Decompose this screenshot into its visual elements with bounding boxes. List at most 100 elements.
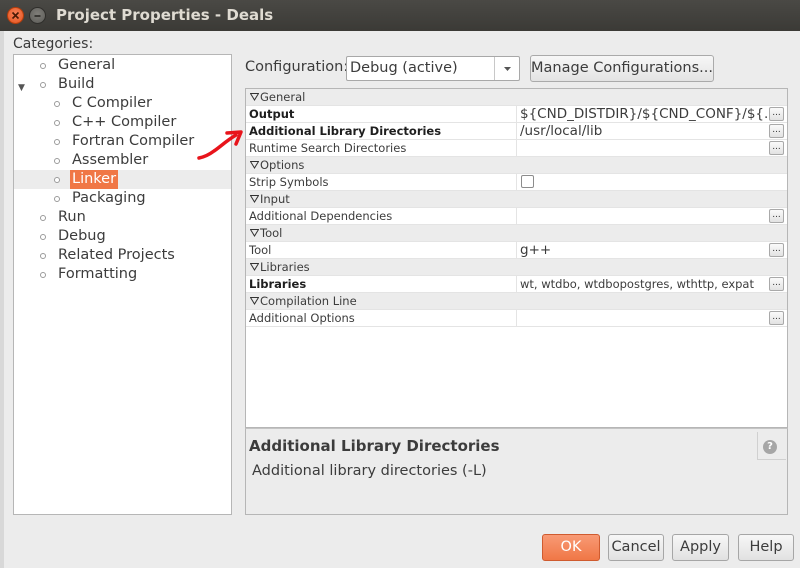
help-button[interactable]: Help <box>738 534 794 561</box>
ok-button[interactable]: OK <box>542 534 600 561</box>
group-options[interactable]: Options <box>246 157 787 174</box>
column-divider <box>516 310 517 326</box>
column-divider <box>516 106 517 122</box>
tree-bullet-icon <box>40 82 46 88</box>
ellipsis-button[interactable]: ... <box>769 141 784 155</box>
group-compilation-line[interactable]: Compilation Line <box>246 293 787 310</box>
property-row-libraries[interactable]: Libraries wt, wtdbo, wtdbopostgres, wtht… <box>246 276 787 293</box>
help-icon[interactable]: ? <box>763 440 777 454</box>
tree-bullet-icon <box>40 215 46 221</box>
configuration-select[interactable]: Debug (active) <box>346 56 520 81</box>
property-name: Additional Dependencies <box>249 209 393 223</box>
property-row-runtime-search-directories[interactable]: Runtime Search Directories ... <box>246 140 787 157</box>
ellipsis-button[interactable]: ... <box>769 243 784 257</box>
group-label: Options <box>260 158 305 172</box>
tree-item-c-compiler[interactable]: C Compiler <box>14 94 231 113</box>
tree-bullet-icon <box>40 253 46 259</box>
tree-bullet-icon <box>54 177 60 183</box>
manage-configurations-button[interactable]: Manage Configurations... <box>530 55 714 82</box>
property-row-tool[interactable]: Tool g++ ... <box>246 242 787 259</box>
property-name: Tool <box>249 243 272 257</box>
tree-item-label: Fortran Compiler <box>72 133 195 149</box>
collapse-triangle-icon[interactable] <box>250 263 259 271</box>
collapse-triangle-icon[interactable] <box>250 93 259 101</box>
background-window-strip <box>0 568 800 576</box>
group-general[interactable]: General <box>246 89 787 106</box>
annotation-arrow-icon <box>197 130 243 160</box>
group-tool[interactable]: Tool <box>246 225 787 242</box>
configuration-value: Debug (active) <box>350 60 458 76</box>
column-divider <box>516 242 517 258</box>
property-name: Runtime Search Directories <box>249 141 407 155</box>
property-row-additional-dependencies[interactable]: Additional Dependencies ... <box>246 208 787 225</box>
ellipsis-button[interactable]: ... <box>769 277 784 291</box>
tree-bullet-icon <box>54 101 60 107</box>
ellipsis-button[interactable]: ... <box>769 311 784 325</box>
tree-item-formatting[interactable]: Formatting <box>14 265 231 284</box>
collapse-triangle-icon[interactable] <box>250 195 259 203</box>
tree-item-build[interactable]: ▼ Build <box>14 75 231 94</box>
tree-item-packaging[interactable]: Packaging <box>14 189 231 208</box>
tree-bullet-icon <box>40 234 46 240</box>
tree-item-label: C++ Compiler <box>72 114 177 130</box>
tree-item-debug[interactable]: Debug <box>14 227 231 246</box>
property-value[interactable]: /usr/local/lib <box>520 123 768 139</box>
tree-item-linker[interactable]: Linker <box>14 170 231 189</box>
tree-item-general[interactable]: General <box>14 56 231 75</box>
column-divider <box>516 174 517 190</box>
categories-tree[interactable]: General ▼ Build C Compiler C++ Compiler … <box>13 54 232 515</box>
property-value[interactable]: g++ <box>520 242 768 258</box>
collapse-triangle-icon[interactable] <box>250 297 259 305</box>
property-name: Additional Library Directories <box>249 124 442 138</box>
group-label: General <box>260 90 306 104</box>
group-label: Compilation Line <box>260 294 357 308</box>
tree-item-label: C Compiler <box>72 95 152 111</box>
tree-bullet-icon <box>40 272 46 278</box>
column-divider <box>516 140 517 156</box>
window-edge <box>0 31 4 576</box>
tree-bullet-icon <box>54 120 60 126</box>
property-row-additional-options[interactable]: Additional Options ... <box>246 310 787 327</box>
window-title: Project Properties - Deals <box>56 6 274 24</box>
tree-item-label: Assembler <box>72 152 149 168</box>
minimize-window-button[interactable] <box>29 7 46 24</box>
property-value[interactable]: ${CND_DISTDIR}/${CND_CONF}/${... <box>520 106 768 122</box>
tree-item-related-projects[interactable]: Related Projects <box>14 246 231 265</box>
tree-item-run[interactable]: Run <box>14 208 231 227</box>
tree-item-label: Linker <box>70 170 119 189</box>
tree-item-label: Formatting <box>58 266 138 282</box>
property-name: Additional Options <box>249 311 355 325</box>
title-bar: Project Properties - Deals <box>0 0 800 31</box>
cancel-button[interactable]: Cancel <box>608 534 664 561</box>
tree-item-label: General <box>58 57 116 73</box>
column-divider <box>516 123 517 139</box>
apply-button[interactable]: Apply <box>672 534 729 561</box>
strip-symbols-checkbox[interactable] <box>521 175 534 188</box>
group-label: Input <box>260 192 290 206</box>
close-window-button[interactable] <box>7 7 24 24</box>
collapse-triangle-icon[interactable] <box>250 161 259 169</box>
tree-item-label: Build <box>58 76 95 92</box>
minimize-icon <box>34 15 41 17</box>
dropdown-arrow-button[interactable] <box>494 57 519 80</box>
chevron-down-icon <box>504 67 511 71</box>
tree-bullet-icon <box>54 139 60 145</box>
property-row-strip-symbols[interactable]: Strip Symbols <box>246 174 787 191</box>
group-input[interactable]: Input <box>246 191 787 208</box>
tree-bullet-icon <box>54 196 60 202</box>
ellipsis-button[interactable]: ... <box>769 107 784 121</box>
column-divider <box>516 276 517 292</box>
ellipsis-button[interactable]: ... <box>769 124 784 138</box>
categories-label: Categories: <box>13 36 94 52</box>
group-libraries[interactable]: Libraries <box>246 259 787 276</box>
property-row-output[interactable]: Output ${CND_DISTDIR}/${CND_CONF}/${... … <box>246 106 787 123</box>
property-name: Output <box>249 107 295 121</box>
property-value[interactable]: wt, wtdbo, wtdbopostgres, wthttp, expat <box>520 276 768 292</box>
column-divider <box>516 208 517 224</box>
tree-item-label: Packaging <box>72 190 146 206</box>
collapse-triangle-icon[interactable] <box>250 229 259 237</box>
property-row-additional-library-directories[interactable]: Additional Library Directories /usr/loca… <box>246 123 787 140</box>
property-sheet: General Output ${CND_DISTDIR}/${CND_CONF… <box>245 88 788 428</box>
ellipsis-button[interactable]: ... <box>769 209 784 223</box>
description-pane: Additional Library Directories Additiona… <box>245 428 788 515</box>
